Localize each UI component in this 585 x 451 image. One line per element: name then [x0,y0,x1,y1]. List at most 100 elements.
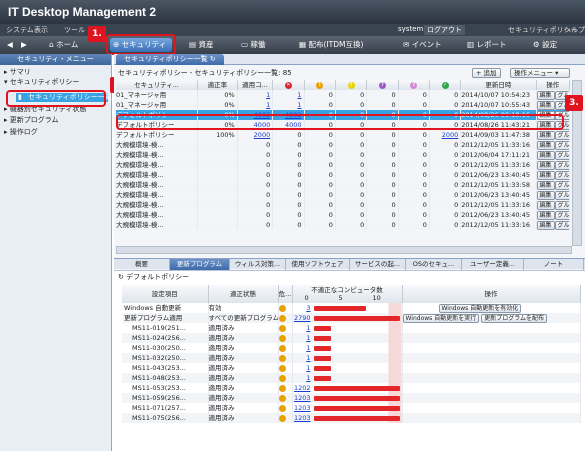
home-button[interactable]: ⌂ ホーム [46,38,81,52]
detail-tab-5[interactable]: OSのセキュ... [406,259,462,270]
detail-tab-3[interactable]: 使用ソフトウェア [286,259,350,270]
edit-button[interactable]: 編集 [536,101,555,110]
detail-tab-2[interactable]: ウィルス対策... [230,259,286,270]
enable-auto-update-button[interactable]: Windows 自動更新を有効化 [438,304,522,313]
count-link[interactable]: 1 [293,363,310,373]
count-link[interactable]: 1 [297,91,301,99]
reports-button[interactable]: ▥ レポート [464,38,509,52]
detail-row[interactable]: MS11-075(256... 適用済み 1203 [122,413,581,423]
col-noncompliant[interactable]: 不適正なコンピュータ数 0 5 10 [292,285,403,303]
distribution-button[interactable]: ▦ 配布(ITDM互換) [296,38,366,52]
menu-tools[interactable]: ツール [64,25,85,35]
count-link[interactable]: 1 [266,101,270,109]
detail-row[interactable]: MS11-053(253... 適用済み 1202 [122,383,581,393]
settings-button[interactable]: ⚙ 設定 [530,38,560,52]
policy-col-4[interactable]: ! [304,80,336,90]
detail-row[interactable]: MS11-032(250... 適用済み 1 [122,353,581,363]
detail-row[interactable]: 更新プログラム適用 すべての更新プログラム... 2790 Windows 自動更新を… [122,313,581,323]
menu-help[interactable]: ヘルプ [564,25,585,35]
table-row[interactable]: 01_マネージャ用 0% 1 1 0 0 0 0 0 2014/10/07 10:55:43 編集グ… [116,100,571,110]
table-row[interactable]: 大規模環境-検... 0 0 0 0 0 0 0 2012/12/05 11:33:16 編集 グル… [116,200,571,210]
table-row[interactable]: 大規模環境-検... 0 0 0 0 0 0 0 2012/12/05 11:33:16 編集 グル… [116,140,571,150]
group-button[interactable]: グルー [554,161,569,170]
col-actions[interactable]: 操作 [402,285,581,303]
count-link[interactable]: 2790 [293,313,311,323]
policy-col-3[interactable]: ✕ [272,80,305,90]
detail-row[interactable]: MS11-024(256... 適用済み 1 [122,333,581,343]
detail-row[interactable]: MS11-071(257... 適用済み 1203 [122,403,581,413]
table-row[interactable]: 大規模環境-検... 0 0 0 0 0 0 0 2012/06/23 13:40:45 編集 グル… [116,190,571,200]
count-link[interactable]: 1202 [293,383,311,393]
edit-button[interactable]: 編集 [536,191,555,200]
policy-col-5[interactable]: ! [335,80,368,90]
group-button[interactable]: グルー [554,181,569,190]
group-button[interactable]: グルー [554,201,569,210]
group-button[interactable]: グルー [554,171,569,180]
count-link[interactable]: 1 [297,101,301,109]
detail-tab-7[interactable]: ノート [524,259,584,270]
table-row[interactable]: 大規模環境-検... 0 0 0 0 0 0 0 2012/12/05 11:33:16 編集 グル… [116,160,571,170]
refresh-icon[interactable]: ↻ [118,273,124,281]
menu-system[interactable]: システム [6,25,34,35]
detail-row[interactable]: MS11-043(253... 適用済み 1 [122,363,581,373]
count-link[interactable]: 1203 [293,413,311,423]
policy-col-0[interactable]: セキュリティ... [116,80,198,90]
edit-button[interactable]: 編集 [536,221,555,230]
count-link[interactable]: 1 [293,373,310,383]
group-button[interactable]: グルー [554,141,569,150]
edit-button[interactable]: 編集 [536,201,555,210]
edit-button[interactable]: 編集 [536,161,555,170]
policy-col-8[interactable]: ✓ [429,80,462,90]
edit-button[interactable]: 編集 [536,181,555,190]
events-button[interactable]: ✉ イベント [400,38,445,52]
table-row[interactable]: 大規模環境-検... 0 0 0 0 0 0 0 2012/06/23 13:40:45 編集 グル… [116,170,571,180]
count-link[interactable]: 1 [266,91,270,99]
table-row[interactable]: 大規模環境-検... 0 0 0 0 0 0 0 2012/06/04 17:11:21 編集 グル… [116,150,571,160]
col-risk[interactable]: 危... [278,285,293,303]
ops-menu-button[interactable]: 操作メニュー ▾ [510,68,570,78]
forward-icon[interactable]: ▶ [18,38,30,52]
policy-col-1[interactable]: 適正率 [197,80,238,90]
table-row[interactable]: 01_マネージャ用 0% 1 1 0 0 0 0 0 2014/10/07 10:54:23 編集グ… [116,90,571,100]
group-button[interactable]: グルー [554,151,569,160]
back-icon[interactable]: ◀ [4,38,16,52]
col-state[interactable]: 適正状態 [208,285,279,303]
detail-row[interactable]: MS11-019(251... 適用済み 1 [122,323,581,333]
detail-row[interactable]: MS11-030(250... 適用済み 1 [122,343,581,353]
edit-button[interactable]: 編集 [536,151,555,160]
detail-row[interactable]: Windows 自動更新 有効 3 Windows 自動更新を有効化 [122,303,581,313]
count-link[interactable]: 3 [293,303,310,313]
sidebar-item-oplog[interactable]: ▸ 操作ログ [4,128,38,137]
logout-button[interactable]: ログアウト [424,25,465,35]
table-row[interactable]: デフォルトポリシー 100% 2000 0 0 0 0 0 2000 2014/09/03 11:… [116,130,571,140]
add-button[interactable]: + 追加 [472,68,501,78]
col-setting[interactable]: 設定項目 [122,285,209,303]
edit-button[interactable]: 編集 [536,91,555,100]
table-hscrollbar[interactable] [116,246,572,254]
detail-tab-0[interactable]: 概要 [114,259,170,270]
policy-col-10[interactable]: 操作 [536,80,571,90]
sidebar-item-updates[interactable]: ▸ 更新プログラム [4,116,59,125]
count-link[interactable]: 2000 [254,131,271,139]
count-link[interactable]: 1 [293,323,310,333]
detail-row[interactable]: MS11-048(253... 適用済み 1 [122,373,581,383]
count-link[interactable]: 1203 [293,393,311,403]
policy-col-7[interactable]: ? [398,80,430,90]
detail-tab-6[interactable]: ユーザー定義... [462,259,524,270]
tab-policy-list[interactable]: セキュリティポリシー一覧 ↻ [116,54,224,65]
group-button[interactable]: グルー [554,191,569,200]
table-row[interactable]: 大規模環境-検... 0 0 0 0 0 0 0 2012/06/23 13:40:45 編集 グル… [116,210,571,220]
count-link[interactable]: 1 [293,343,310,353]
sidebar-item-summary[interactable]: ▸ サマリ [4,68,31,77]
detail-row[interactable]: MS11-059(256... 適用済み 1203 [122,393,581,403]
group-button[interactable]: グルー [554,211,569,220]
run-auto-update-button[interactable]: Windows 自動更新を実行 [402,314,480,323]
edit-button[interactable]: 編集 [536,171,555,180]
refresh-icon[interactable]: ↻ [210,55,216,63]
edit-button[interactable]: 編集 [536,211,555,220]
group-button[interactable]: グルー [554,221,569,230]
count-link[interactable]: 1203 [293,403,311,413]
sidebar-item-policy[interactable]: ▾ セキュリティポリシー [4,78,79,87]
assets-button[interactable]: ▤ 資産 [186,38,216,52]
edit-button[interactable]: 編集 [536,131,555,140]
